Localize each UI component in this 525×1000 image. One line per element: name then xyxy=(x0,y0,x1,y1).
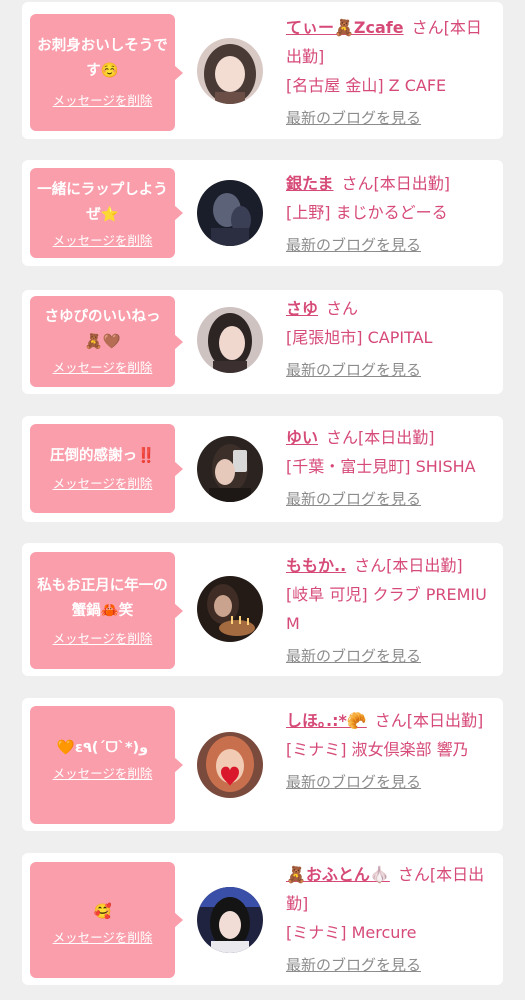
shop-location: [ミナミ] Mercure xyxy=(286,923,417,942)
girl-portrait-icon xyxy=(197,307,263,373)
girl-name-link[interactable]: さゆ xyxy=(286,299,318,318)
girl-name-link[interactable]: 🧸おふとん🧄 xyxy=(286,865,390,884)
shop-location: [名古屋 金山] Z CAFE xyxy=(286,76,447,95)
girl-name-link[interactable]: ももか.. xyxy=(286,556,346,575)
girl-portrait-icon xyxy=(197,887,263,953)
message-bubble: 🧡ε٩(ˊᗜˋ*)و メッセージを削除 xyxy=(30,706,183,824)
girl-card: 圧倒的感謝っ‼️ メッセージを削除 ゆい さん[本日出勤] [千葉・富士見町] S… xyxy=(22,416,503,522)
shop-location: [岐阜 可児] クラブ PREMIUM xyxy=(286,585,487,633)
delete-message-link[interactable]: メッセージを削除 xyxy=(53,628,153,647)
girl-name-link[interactable]: 銀たま xyxy=(286,174,334,193)
message-bubble: 🥰 メッセージを削除 xyxy=(30,862,183,978)
girl-card: お刺身おいしそうです☺️ メッセージを削除 てぃー🧸Zcafe さん[本日出勤] … xyxy=(22,2,503,139)
honorific-status: さん[本日出勤] xyxy=(354,556,463,575)
girl-portrait-icon xyxy=(197,38,263,104)
girl-portrait-icon xyxy=(197,180,263,246)
message-bubble: さゆぴのいいねっ🧸🤎 メッセージを削除 xyxy=(30,296,183,387)
avatar[interactable] xyxy=(197,436,263,502)
message-bubble: 圧倒的感謝っ‼️ メッセージを削除 xyxy=(30,424,183,513)
girl-info: しほ｡.:*🥐 さん[本日出勤] [ミナミ] 淑女倶楽部 響乃 最新のブログを見る xyxy=(286,706,496,797)
girl-portrait-icon xyxy=(197,436,263,502)
message-text: さゆぴのいいねっ🧸🤎 xyxy=(44,309,161,350)
delete-message-link[interactable]: メッセージを削除 xyxy=(53,763,153,782)
delete-message-link[interactable]: メッセージを削除 xyxy=(53,90,153,109)
girl-info: 🧸おふとん🧄 さん[本日出勤] [ミナミ] Mercure 最新のブログを見る xyxy=(286,860,496,980)
avatar[interactable] xyxy=(197,732,263,798)
honorific-status: さん[本日出勤] xyxy=(374,711,484,730)
girl-name-link[interactable]: てぃー🧸Zcafe xyxy=(286,18,404,37)
message-text: 🥰 xyxy=(93,904,112,920)
delete-message-link[interactable]: メッセージを削除 xyxy=(53,230,153,249)
girl-card: 私もお正月に年一の蟹鍋🦀笑 メッセージを削除 ももか.. さん[本日出勤] [岐阜… xyxy=(22,543,503,676)
favorites-list: お刺身おいしそうです☺️ メッセージを削除 てぃー🧸Zcafe さん[本日出勤] … xyxy=(0,0,525,1000)
girl-name-link[interactable]: しほ｡.:*🥐 xyxy=(286,711,367,730)
avatar[interactable] xyxy=(197,576,263,642)
girl-portrait-icon xyxy=(197,576,263,642)
girl-name-link[interactable]: ゆい xyxy=(286,428,318,447)
latest-blog-link[interactable]: 最新のブログを見る xyxy=(286,485,421,514)
avatar[interactable] xyxy=(197,38,263,104)
delete-message-link[interactable]: メッセージを削除 xyxy=(53,357,153,376)
message-text: 圧倒的感謝っ‼️ xyxy=(49,448,156,464)
shop-location: [上野] まじかるどーる xyxy=(286,203,448,222)
girl-card: 🥰 メッセージを削除 🧸おふとん🧄 さん[本日出勤] [ミナミ] Mercure … xyxy=(22,853,503,985)
latest-blog-link[interactable]: 最新のブログを見る xyxy=(286,768,421,797)
avatar[interactable] xyxy=(197,180,263,246)
delete-message-link[interactable]: メッセージを削除 xyxy=(53,473,153,492)
honorific-status: さん xyxy=(326,299,359,318)
latest-blog-link[interactable]: 最新のブログを見る xyxy=(286,951,421,980)
girl-info: ゆい さん[本日出勤] [千葉・富士見町] SHISHA 最新のブログを見る xyxy=(286,423,496,514)
message-text: 🧡ε٩(ˊᗜˋ*)و xyxy=(56,740,149,756)
shop-location: [ミナミ] 淑女倶楽部 響乃 xyxy=(286,740,469,759)
honorific-status: さん[本日出勤] xyxy=(326,428,435,447)
delete-message-link[interactable]: メッセージを削除 xyxy=(53,927,153,946)
girl-info: てぃー🧸Zcafe さん[本日出勤] [名古屋 金山] Z CAFE 最新のブログ… xyxy=(286,13,496,133)
girl-card: さゆぴのいいねっ🧸🤎 メッセージを削除 さゆ さん [尾張旭市] CAPITAL … xyxy=(22,290,503,394)
girl-info: さゆ さん [尾張旭市] CAPITAL 最新のブログを見る xyxy=(286,294,496,385)
latest-blog-link[interactable]: 最新のブログを見る xyxy=(286,356,421,385)
latest-blog-link[interactable]: 最新のブログを見る xyxy=(286,642,421,671)
message-bubble: 私もお正月に年一の蟹鍋🦀笑 メッセージを削除 xyxy=(30,552,183,669)
girl-card: 一緒にラップしようぜ⭐️ メッセージを削除 銀たま さん[本日出勤] [上野] ま… xyxy=(22,160,503,266)
girl-portrait-icon xyxy=(197,732,263,798)
avatar[interactable] xyxy=(197,887,263,953)
message-bubble: お刺身おいしそうです☺️ メッセージを削除 xyxy=(30,14,183,131)
shop-location: [尾張旭市] CAPITAL xyxy=(286,328,433,347)
honorific-status: さん[本日出勤] xyxy=(341,174,451,193)
latest-blog-link[interactable]: 最新のブログを見る xyxy=(286,231,421,260)
shop-location: [千葉・富士見町] SHISHA xyxy=(286,457,476,476)
girl-info: 銀たま さん[本日出勤] [上野] まじかるどーる 最新のブログを見る xyxy=(286,169,496,260)
girl-info: ももか.. さん[本日出勤] [岐阜 可児] クラブ PREMIUM 最新のブログ… xyxy=(286,551,496,671)
avatar[interactable] xyxy=(197,307,263,373)
message-text: お刺身おいしそうです☺️ xyxy=(37,38,168,79)
message-text: 一緒にラップしようぜ⭐️ xyxy=(37,182,168,223)
message-bubble: 一緒にラップしようぜ⭐️ メッセージを削除 xyxy=(30,168,183,258)
latest-blog-link[interactable]: 最新のブログを見る xyxy=(286,104,421,133)
girl-card: 🧡ε٩(ˊᗜˋ*)و メッセージを削除 しほ｡.:*🥐 さん[本日出勤] [ミナミ… xyxy=(22,698,503,831)
message-text: 私もお正月に年一の蟹鍋🦀笑 xyxy=(37,578,168,619)
